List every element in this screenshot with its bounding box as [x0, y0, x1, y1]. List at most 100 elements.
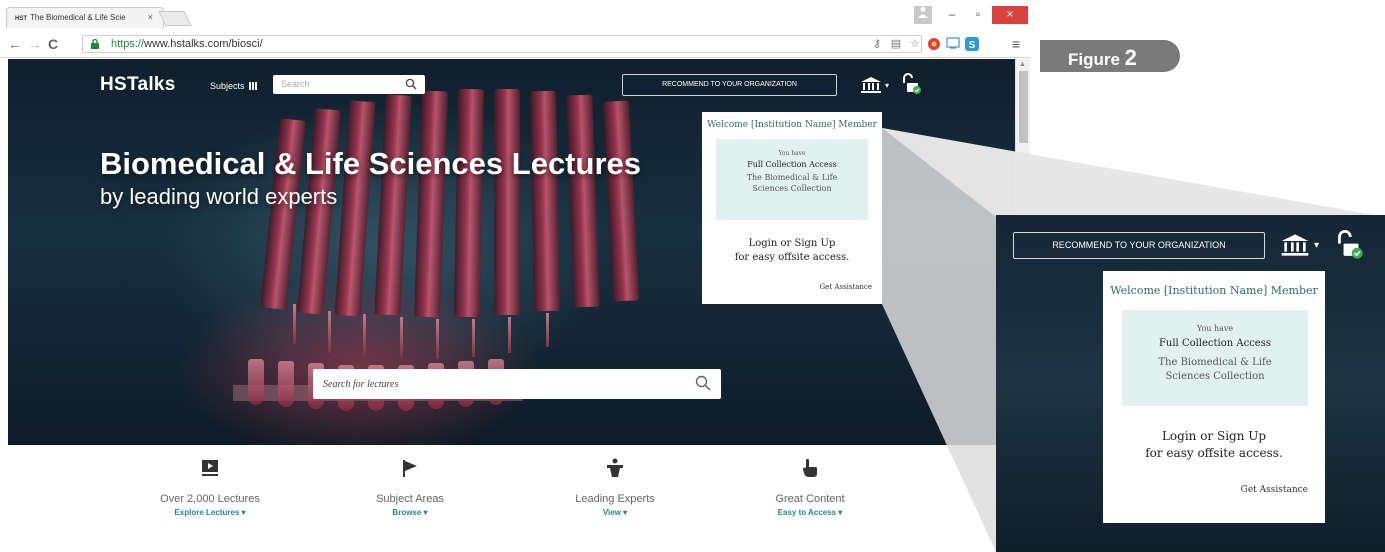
speaker-podium-icon — [607, 458, 623, 477]
collection-name: The Biomedical & Life Sciences Collection — [716, 172, 868, 194]
lecture-search-placeholder: Search for lectures — [323, 379, 399, 390]
pipette-image — [374, 94, 412, 316]
url-scheme: https:// — [111, 38, 145, 50]
site-logo[interactable]: HSTalks — [100, 74, 176, 96]
hero-subtitle: by leading world experts — [100, 184, 338, 209]
pipette-tip — [363, 314, 366, 356]
sample-tube — [278, 361, 294, 407]
pipette-image — [566, 94, 600, 308]
pipette-image — [454, 88, 484, 318]
collection-name-line1: The Biomedical & Life — [1158, 357, 1272, 368]
access-level: Full Collection Access — [1158, 338, 1271, 349]
welcome-dropdown-zoom: Welcome [Institution Name] Member You ha… — [1103, 271, 1325, 523]
translate-icon[interactable]: ▤ — [889, 37, 903, 51]
scroll-up-icon[interactable]: ▲ — [1019, 61, 1026, 68]
feature-label: Subject Areas — [376, 493, 444, 505]
pipette-tip — [328, 311, 331, 353]
figure-prefix: Figure — [1068, 50, 1125, 69]
browser-window: HST The Biomedical & Life Scie × – ▫ × ← … — [0, 0, 1030, 552]
cast-icon[interactable] — [946, 37, 960, 51]
easy-access-link[interactable]: Easy to Access ▾ — [740, 508, 880, 517]
institution-icon[interactable] — [1280, 233, 1310, 257]
url-path: www.hstalks.com/biosci/ — [144, 38, 263, 50]
svg-text:S: S — [969, 40, 976, 51]
minimize-button[interactable]: – — [940, 6, 964, 24]
figure-label: Figure 2 — [1040, 40, 1180, 72]
search-icon[interactable] — [405, 78, 417, 90]
collection-name: The Biomedical & Life Sciences Collection — [1122, 356, 1308, 384]
pipette-image — [494, 89, 520, 315]
pipette-tip — [472, 319, 475, 357]
view-experts-link[interactable]: View ▾ — [545, 508, 685, 517]
login-signup-link[interactable]: Login or Sign Up — [1103, 429, 1325, 443]
hero-title: Biomedical & Life Sciences Lectures — [100, 146, 641, 181]
window-close-button[interactable]: × — [992, 6, 1028, 24]
feature-subjects: Subject Areas Browse ▾ — [340, 458, 480, 517]
unlocked-padlock-icon[interactable] — [900, 73, 922, 95]
feature-content: Great Content Easy to Access ▾ — [740, 458, 880, 517]
key-icon[interactable]: ⚷ — [870, 37, 884, 51]
explore-lectures-link[interactable]: Explore Lectures ▾ — [140, 508, 280, 517]
window-controls: – ▫ × — [914, 6, 1028, 24]
url-field[interactable]: https://www.hstalks.com/biosci/ — [82, 35, 922, 53]
sample-tube — [248, 359, 264, 405]
subjects-menu[interactable]: Subjects — [210, 81, 257, 91]
pipette-image — [334, 100, 376, 317]
pipette-tip — [508, 317, 511, 353]
search-icon[interactable] — [695, 375, 711, 391]
lecture-search-input[interactable]: Search for lectures — [313, 369, 721, 399]
reload-button[interactable]: C — [48, 37, 58, 51]
browse-subjects-link[interactable]: Browse ▾ — [340, 508, 480, 517]
welcome-dropdown: Welcome [Institution Name] Member You ha… — [702, 112, 882, 304]
pipette-image — [530, 90, 560, 312]
back-button[interactable]: ← — [8, 37, 22, 51]
feature-label: Leading Experts — [575, 493, 655, 505]
figure-number: 2 — [1124, 45, 1137, 70]
feature-label: Over 2,000 Lectures — [160, 493, 260, 505]
institution-caret-icon[interactable]: ▾ — [1314, 240, 1319, 251]
institution-icon[interactable] — [860, 76, 882, 94]
collection-name-line1: The Biomedical & Life — [746, 173, 838, 182]
browser-menu-button[interactable]: ≡ — [1012, 37, 1020, 51]
pipette-tip — [400, 317, 403, 359]
unlocked-padlock-icon[interactable] — [1334, 230, 1364, 260]
grid-icon — [248, 82, 257, 90]
tab-close-button[interactable]: × — [148, 12, 153, 22]
recommend-button[interactable]: RECOMMEND TO YOUR ORGANIZATION — [622, 74, 837, 96]
secure-lock-icon — [91, 39, 99, 49]
site-header: HSTalks Subjects Search RECOMMEND TO YOU… — [8, 59, 1015, 105]
bookmark-star-icon[interactable]: ☆ — [908, 37, 922, 51]
skype-icon[interactable]: S — [965, 37, 979, 51]
get-assistance-link[interactable]: Get Assistance — [1241, 485, 1308, 495]
tab-title: The Biomedical & Life Scie — [30, 13, 126, 22]
pipette-tip — [546, 313, 549, 347]
welcome-title: Welcome [Institution Name] Member — [1110, 284, 1318, 297]
login-signup-link[interactable]: Login or Sign Up — [702, 238, 882, 249]
access-level: Full Collection Access — [747, 160, 837, 169]
pipette-tip — [293, 304, 296, 344]
forward-button[interactable]: → — [28, 37, 42, 51]
browser-tab[interactable]: HST The Biomedical & Life Scie × — [6, 7, 164, 28]
collection-name-line2: Sciences Collection — [752, 184, 832, 193]
feature-label: Great Content — [775, 493, 845, 505]
restore-button[interactable]: ▫ — [966, 6, 990, 24]
welcome-title: Welcome [Institution Name] Member — [707, 120, 877, 130]
extension-icons: ⚷ ▤ ☆ S — [870, 37, 979, 51]
pipette-image — [602, 100, 640, 302]
institution-caret-icon[interactable]: ▾ — [885, 81, 889, 90]
feature-lectures: Over 2,000 Lectures Explore Lectures ▾ — [140, 458, 280, 517]
offsite-access-text: for easy offsite access. — [734, 252, 850, 263]
header-search-input[interactable]: Search — [273, 75, 425, 94]
access-info-box: You have Full Collection Access The Biom… — [716, 139, 868, 220]
feature-experts: Leading Experts View ▾ — [545, 458, 685, 517]
access-you-have: You have — [1196, 324, 1234, 333]
pipette-tip — [436, 319, 439, 359]
recommend-button-zoom[interactable]: RECOMMEND TO YOUR ORGANIZATION — [1013, 232, 1265, 259]
hand-pointer-icon — [803, 459, 817, 477]
adblock-icon[interactable] — [927, 37, 941, 51]
user-profile-icon[interactable] — [914, 6, 932, 24]
collection-name-line2: Sciences Collection — [1165, 371, 1265, 382]
zoom-callout: RECOMMEND TO YOUR ORGANIZATION ▾ Welcome… — [996, 215, 1385, 552]
flag-icon — [403, 460, 417, 477]
get-assistance-link[interactable]: Get Assistance — [820, 283, 872, 291]
